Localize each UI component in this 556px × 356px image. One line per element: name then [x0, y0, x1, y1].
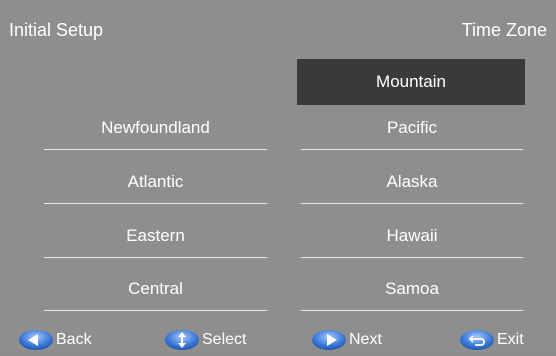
- time-zone-option-hawaii[interactable]: Hawaii: [301, 217, 523, 258]
- select-label: Select: [202, 331, 247, 348]
- time-zone-option-mountain[interactable]: Mountain: [297, 59, 525, 105]
- option-label: Hawaii: [386, 226, 438, 245]
- option-label: Pacific: [386, 118, 438, 137]
- divider: [44, 257, 267, 258]
- time-zone-option-central[interactable]: Central: [44, 270, 267, 311]
- back-label: Back: [56, 331, 92, 348]
- divider: [301, 310, 523, 311]
- back-button[interactable]: Back: [18, 327, 92, 353]
- right-arrow-icon: [311, 329, 347, 351]
- setup-screen: Initial Setup Time Zone Mountain Pacific…: [0, 0, 556, 354]
- option-label: Newfoundland: [101, 118, 210, 137]
- option-label: Atlantic: [127, 172, 184, 191]
- time-zone-option-alaska[interactable]: Alaska: [301, 163, 523, 204]
- time-zone-option-atlantic[interactable]: Atlantic: [44, 163, 267, 204]
- time-zone-option-newfoundland[interactable]: Newfoundland: [44, 109, 267, 150]
- divider: [301, 203, 523, 204]
- page-title: Initial Setup: [9, 20, 104, 40]
- divider: [44, 310, 267, 311]
- option-label: Eastern: [126, 226, 185, 245]
- time-zone-option-pacific[interactable]: Pacific: [301, 109, 523, 150]
- up-down-arrow-icon: [164, 329, 200, 351]
- exit-label: Exit: [497, 331, 524, 348]
- return-icon: [459, 329, 495, 351]
- option-label: Mountain: [376, 72, 446, 91]
- left-arrow-icon: [18, 329, 54, 351]
- next-label: Next: [349, 331, 382, 348]
- next-button[interactable]: Next: [311, 327, 382, 353]
- divider: [301, 149, 523, 150]
- divider: [44, 149, 267, 150]
- divider: [301, 257, 523, 258]
- section-title: Time Zone: [461, 20, 547, 40]
- option-label: Samoa: [385, 279, 439, 298]
- option-label: Central: [128, 279, 183, 298]
- select-button[interactable]: Select: [164, 327, 246, 353]
- time-zone-option-samoa[interactable]: Samoa: [301, 270, 523, 311]
- divider: [44, 203, 267, 204]
- time-zone-option-eastern[interactable]: Eastern: [44, 217, 267, 258]
- option-label: Alaska: [386, 172, 438, 191]
- exit-button[interactable]: Exit: [459, 327, 524, 353]
